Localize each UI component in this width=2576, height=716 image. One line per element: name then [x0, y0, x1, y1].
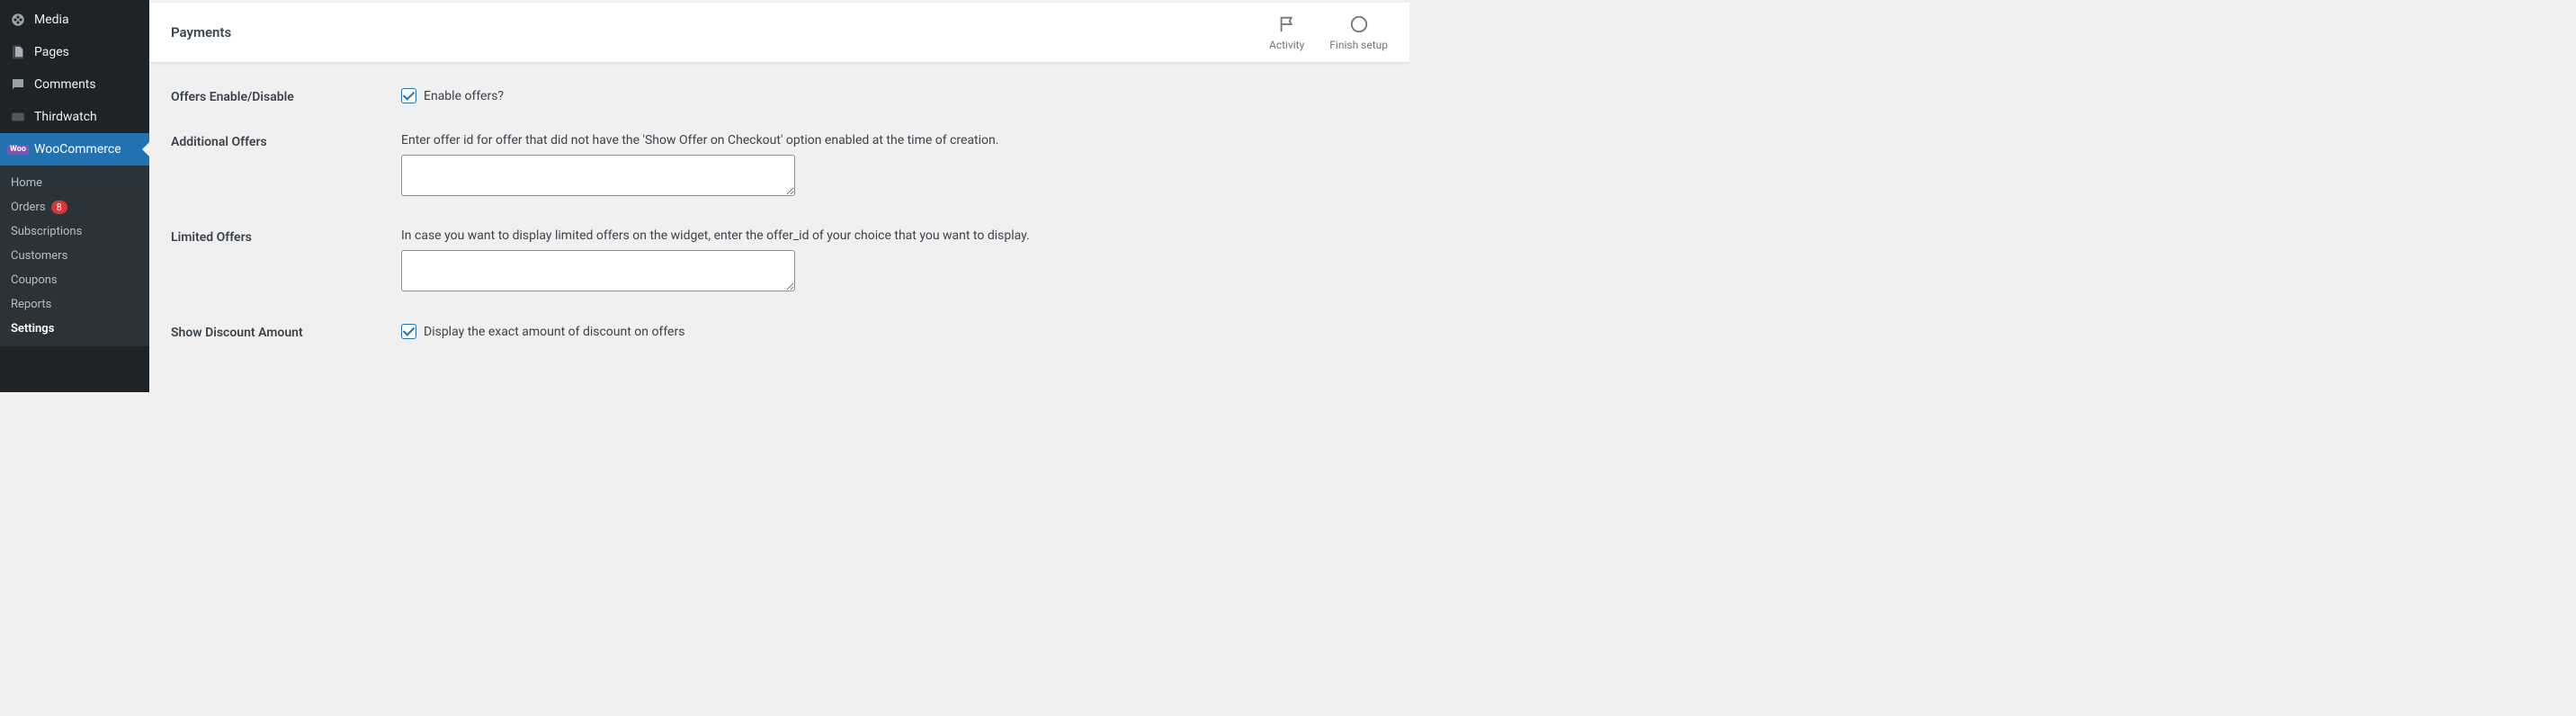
woo-submenu: Home Orders 8 Subscriptions Customers Co… — [0, 166, 149, 346]
sidebar-item-pages[interactable]: Pages — [0, 36, 149, 68]
label-offers-enable: Offers Enable/Disable — [171, 88, 401, 104]
submenu-item-customers[interactable]: Customers — [0, 244, 149, 268]
sidebar-item-thirdwatch[interactable]: Thirdwatch — [0, 101, 149, 133]
admin-sidebar: Media Pages Comments Thirdwatch Woo WooC… — [0, 0, 149, 392]
submenu-item-orders[interactable]: Orders 8 — [0, 195, 149, 219]
topbar: Payments Activity Finish setup — [149, 3, 1409, 63]
finish-setup-button[interactable]: Finish setup — [1329, 14, 1388, 51]
enable-offers-label[interactable]: Enable offers? — [401, 88, 1388, 103]
sidebar-item-label: Pages — [34, 45, 69, 59]
submenu-label: Coupons — [11, 273, 58, 287]
comments-icon — [9, 76, 27, 94]
submenu-item-reports[interactable]: Reports — [0, 292, 149, 317]
thirdwatch-icon — [9, 108, 27, 126]
row-additional-offers: Additional Offers Enter offer id for off… — [171, 133, 1388, 200]
label-show-discount: Show Discount Amount — [171, 324, 401, 340]
pages-icon — [9, 43, 27, 61]
enable-offers-text: Enable offers? — [424, 89, 504, 103]
row-offers-enable: Offers Enable/Disable Enable offers? — [171, 88, 1388, 104]
submenu-label: Subscriptions — [11, 225, 82, 238]
media-icon — [9, 11, 27, 29]
activity-button[interactable]: Activity — [1269, 14, 1304, 51]
sidebar-item-woocommerce[interactable]: Woo WooCommerce — [0, 133, 149, 166]
circle-icon — [1349, 14, 1369, 37]
sidebar-item-label: Comments — [34, 77, 96, 92]
sidebar-item-label: WooCommerce — [34, 142, 121, 157]
woocommerce-icon: Woo — [9, 140, 27, 158]
submenu-item-settings[interactable]: Settings — [0, 317, 149, 341]
additional-offers-input[interactable] — [401, 155, 795, 196]
finish-setup-label: Finish setup — [1329, 39, 1388, 51]
orders-count-badge: 8 — [51, 201, 67, 214]
sidebar-item-comments[interactable]: Comments — [0, 68, 149, 101]
sidebar-item-label: Thirdwatch — [34, 110, 97, 124]
page-title: Payments — [171, 24, 231, 40]
show-discount-checkbox[interactable] — [401, 324, 416, 339]
submenu-label: Customers — [11, 249, 67, 263]
topbar-actions: Activity Finish setup — [1269, 14, 1388, 51]
limited-offers-desc: In case you want to display limited offe… — [401, 228, 1388, 243]
submenu-label: Home — [11, 176, 42, 190]
enable-offers-checkbox[interactable] — [401, 88, 416, 103]
row-limited-offers: Limited Offers In case you want to displ… — [171, 228, 1388, 295]
sidebar-item-label: Media — [34, 13, 69, 27]
settings-form: Offers Enable/Disable Enable offers? Add… — [149, 63, 1409, 392]
submenu-label: Orders — [11, 201, 46, 214]
submenu-label: Settings — [11, 322, 54, 336]
limited-offers-input[interactable] — [401, 250, 795, 291]
sidebar-item-media[interactable]: Media — [0, 4, 149, 36]
submenu-item-subscriptions[interactable]: Subscriptions — [0, 219, 149, 244]
activity-label: Activity — [1269, 39, 1304, 51]
show-discount-label[interactable]: Display the exact amount of discount on … — [401, 324, 1388, 339]
show-discount-text: Display the exact amount of discount on … — [424, 325, 684, 339]
submenu-label: Reports — [11, 298, 51, 311]
additional-offers-desc: Enter offer id for offer that did not ha… — [401, 133, 1388, 148]
submenu-item-coupons[interactable]: Coupons — [0, 268, 149, 292]
label-limited-offers: Limited Offers — [171, 228, 401, 245]
main-content: Payments Activity Finish setup Offers En… — [149, 0, 1409, 392]
submenu-item-home[interactable]: Home — [0, 171, 149, 195]
row-show-discount: Show Discount Amount Display the exact a… — [171, 324, 1388, 340]
label-additional-offers: Additional Offers — [171, 133, 401, 149]
flag-icon — [1277, 14, 1297, 37]
